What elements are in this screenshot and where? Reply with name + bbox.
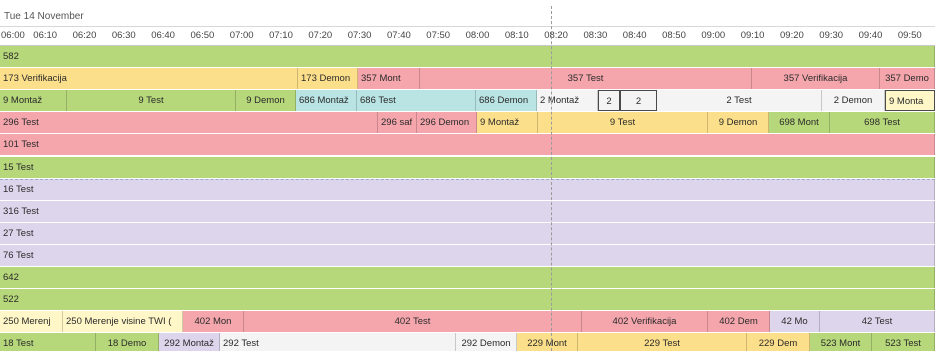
- task-bar[interactable]: 2 Demon: [822, 90, 885, 112]
- task-bar[interactable]: 292 Demon: [456, 333, 517, 351]
- task-bar[interactable]: 9 Demon: [708, 112, 769, 134]
- resource-row: 642: [0, 267, 935, 288]
- task-bar[interactable]: 296 Test: [0, 112, 378, 134]
- task-bar[interactable]: 296 Demon: [417, 112, 477, 134]
- task-bar[interactable]: 357 Demo: [880, 68, 935, 90]
- task-bar[interactable]: 698 Mont: [769, 112, 830, 134]
- task-bar[interactable]: 173 Verifikacija: [0, 68, 298, 90]
- resource-row: 101 Test: [0, 134, 935, 156]
- resource-row: 15 Test: [0, 156, 935, 178]
- resource-row: 16 Test: [0, 178, 935, 200]
- task-bar[interactable]: 2 Montaž: [537, 90, 598, 112]
- task-bar[interactable]: 101 Test: [0, 134, 935, 156]
- task-bar[interactable]: 76 Test: [0, 244, 935, 266]
- task-bar[interactable]: 402 Dem: [708, 311, 770, 333]
- task-bar[interactable]: 292 Montaž: [159, 333, 220, 351]
- task-bar[interactable]: 402 Verifikacija: [582, 311, 708, 333]
- resource-rows: 582 173 Verifikacija 173 Demon 357 Mont 357 …: [0, 0, 935, 351]
- task-bar[interactable]: 9 Test: [538, 112, 708, 134]
- resource-row: 76 Test: [0, 244, 935, 266]
- resource-row: 9 Montaž 9 Test 9 Demon 686 Montaž 686 Test 6…: [0, 90, 935, 112]
- task-bar[interactable]: 229 Test: [578, 333, 747, 351]
- task-bar[interactable]: 18 Test: [0, 333, 96, 351]
- resource-row: 27 Test: [0, 222, 935, 244]
- task-bar[interactable]: 522: [0, 289, 935, 311]
- task-bar[interactable]: 2: [620, 90, 657, 112]
- task-bar[interactable]: 2: [598, 90, 620, 112]
- resource-row: 173 Verifikacija 173 Demon 357 Mont 357 Tes…: [0, 68, 935, 90]
- task-bar[interactable]: 402 Mon: [183, 311, 244, 333]
- resource-row: 316 Test: [0, 200, 935, 222]
- task-bar[interactable]: 686 Montaž: [296, 90, 357, 112]
- task-bar[interactable]: 698 Test: [830, 112, 935, 134]
- task-bar[interactable]: 15 Test: [0, 156, 935, 178]
- resource-row: 18 Test 18 Demo 292 Montaž 292 Test 292 Demo…: [0, 333, 935, 351]
- resource-row: 296 Test 296 saf 296 Demon 9 Montaž 9 Test 9 …: [0, 112, 935, 134]
- task-bar[interactable]: 642: [0, 267, 935, 288]
- task-bar[interactable]: 357 Mont: [358, 68, 420, 90]
- task-bar[interactable]: 357 Test: [420, 68, 752, 90]
- resource-row: 250 Merenj 250 Merenje visine TWI (402 Mo…: [0, 311, 935, 333]
- task-bar[interactable]: 9 Montaž: [0, 90, 67, 112]
- task-bar[interactable]: 523 Mont: [810, 333, 872, 351]
- task-bar[interactable]: 42 Test: [820, 311, 935, 333]
- task-bar[interactable]: 9 Demon: [236, 90, 296, 112]
- task-bar[interactable]: 229 Mont: [517, 333, 578, 351]
- task-bar[interactable]: 316 Test: [0, 200, 935, 222]
- task-bar[interactable]: 250 Merenj: [0, 311, 63, 333]
- resource-row: 582: [0, 46, 935, 67]
- task-bar[interactable]: 523 Test: [872, 333, 935, 351]
- task-bar[interactable]: 9 Montaž: [477, 112, 538, 134]
- task-bar[interactable]: 357 Verifikacija: [752, 68, 880, 90]
- task-bar[interactable]: 2 Test: [657, 90, 822, 112]
- task-bar[interactable]: 9 Monta: [885, 90, 935, 112]
- task-bar[interactable]: 686 Demon: [476, 90, 537, 112]
- task-bar[interactable]: 292 Test: [220, 333, 456, 351]
- task-bar[interactable]: 582: [0, 46, 935, 67]
- task-bar[interactable]: 16 Test: [0, 178, 935, 200]
- task-bar[interactable]: 686 Test: [357, 90, 476, 112]
- task-bar[interactable]: 402 Test: [244, 311, 582, 333]
- task-bar[interactable]: 18 Demo: [96, 333, 159, 351]
- task-bar[interactable]: 296 saf: [378, 112, 417, 134]
- task-bar[interactable]: 229 Dem: [747, 333, 810, 351]
- group-separator: [0, 178, 935, 180]
- gantt-scheduler: Tue 14 November 06:00 06:10 06:20 06:30 06:4…: [0, 0, 935, 351]
- task-bar[interactable]: 27 Test: [0, 222, 935, 244]
- task-bar[interactable]: 9 Test: [67, 90, 236, 112]
- task-bar[interactable]: 173 Demon: [298, 68, 358, 90]
- task-bar[interactable]: 42 Mo: [770, 311, 820, 333]
- resource-row: 522: [0, 289, 935, 311]
- task-bar[interactable]: 250 Merenje visine TWI (: [63, 311, 183, 333]
